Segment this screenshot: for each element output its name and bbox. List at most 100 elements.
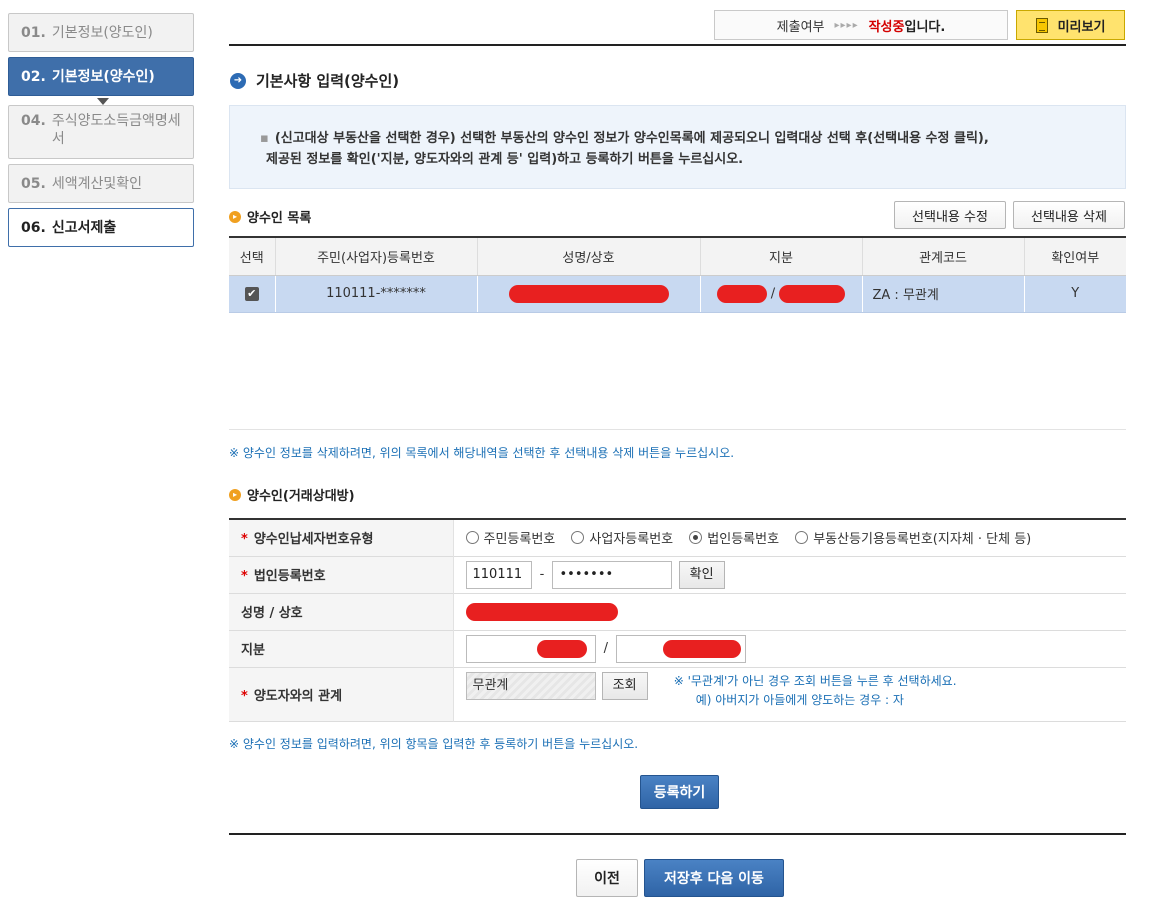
required-mark: * xyxy=(241,569,248,584)
buyer-list-title: ▸ 양수인 목록 xyxy=(229,207,311,226)
confirm-button[interactable]: 확인 xyxy=(678,560,725,589)
redacted-name xyxy=(508,284,669,303)
step-label: 기본정보(양수인) xyxy=(51,68,155,85)
radio-real-estate-number[interactable]: 부동산등기용등록번호(지자체 · 단체 등) xyxy=(795,528,1031,547)
step-06-submit-report[interactable]: 06. 신고서제출 xyxy=(8,208,194,247)
form-row-corporate-number: * 법인등록번호 110111 - ••••••• 확인 xyxy=(229,556,1126,593)
buyer-form-title: ▸ 양수인(거래상대방) xyxy=(229,485,355,504)
buyer-list-title-text: 양수인 목록 xyxy=(247,211,312,226)
corporate-number-label-text: 법인등록번호 xyxy=(253,569,326,584)
radio-circle-icon xyxy=(795,530,809,544)
relation-label-text: 양도자와의 관계 xyxy=(253,688,343,704)
corporate-number-label: * 법인등록번호 xyxy=(229,556,454,593)
redacted-share-denominator xyxy=(779,284,846,303)
redacted-share-denominator xyxy=(663,639,742,658)
relation-cell: 무관계 조회 ※ '무관계'가 아닌 경우 조회 버튼을 누른 후 선택하세요.… xyxy=(453,667,1126,721)
column-header-name: 성명/상호 xyxy=(477,236,701,276)
share-numerator-input[interactable] xyxy=(465,634,596,663)
preview-label: 미리보기 xyxy=(1057,19,1106,35)
input-note: ※ 양수인 정보를 입력하려면, 위의 항목을 입력한 후 등록하기 버튼을 누… xyxy=(229,737,639,751)
header-divider xyxy=(229,44,1126,46)
list-divider xyxy=(229,429,1126,430)
preview-button[interactable]: 미리보기 xyxy=(1016,10,1125,40)
status-state: 작성중 xyxy=(868,19,905,35)
corporate-number-cell: 110111 - ••••••• 확인 xyxy=(453,556,1126,593)
radio-label: 사업자등록번호 xyxy=(589,531,674,547)
relation-note-line-1: ※ '무관계'가 아닌 경우 조회 버튼을 누른 후 선택하세요. xyxy=(673,673,957,688)
corporate-number-dash: - xyxy=(539,567,545,582)
bullet-icon: ▪ xyxy=(260,131,269,146)
row-select-cell[interactable]: ✔ xyxy=(229,275,276,313)
instruction-line-2: 제공된 정보를 확인('지분, 양도자와의 관계 등' 입력)하고 등록하기 버… xyxy=(266,152,744,167)
form-row-share: 지분 / xyxy=(229,630,1126,667)
form-row-name: 성명 / 상호 xyxy=(229,593,1126,630)
redacted-name xyxy=(465,602,618,621)
required-mark: * xyxy=(241,688,248,704)
active-step-caret-icon xyxy=(97,98,109,105)
relation-note-line-2: 예) 아버지가 아들에게 양도하는 경우 : 자 xyxy=(695,692,904,707)
radio-circle-icon xyxy=(465,530,479,544)
step-05-tax-calculation[interactable]: 05. 세액계산및확인 xyxy=(8,164,194,203)
required-mark: * xyxy=(241,532,248,548)
step-number: 06. xyxy=(21,219,46,236)
previous-button[interactable]: 이전 xyxy=(576,859,638,897)
name-cell xyxy=(453,593,1126,630)
taxpayer-type-options: 주민등록번호 사업자등록번호 법인등록번호 부동산등기용등록번호(지자체 · 단… xyxy=(453,519,1126,556)
step-label: 신고서제출 xyxy=(51,219,117,236)
buyer-form-title-text: 양수인(거래상대방) xyxy=(247,489,355,504)
corporate-number-part2-input[interactable]: ••••••• xyxy=(552,560,673,589)
radio-business-number[interactable]: 사업자등록번호 xyxy=(571,528,673,547)
step-sidebar: 01. 기본정보(양도인) 02. 기본정보(양수인) 04. 주식양도소득금액… xyxy=(8,13,194,252)
row-share-cell: / xyxy=(700,275,863,313)
column-header-reg-no: 주민(사업자)등록번호 xyxy=(275,236,478,276)
share-cell: / xyxy=(453,630,1126,667)
register-button[interactable]: 등록하기 xyxy=(640,775,719,809)
row-name-cell xyxy=(477,275,701,313)
radio-label: 주민등록번호 xyxy=(483,531,556,547)
instruction-line-1: (신고대상 부동산을 선택한 경우) 선택한 부동산의 양수인 정보가 양수인목… xyxy=(274,131,989,146)
step-number: 01. xyxy=(21,24,46,41)
delete-note: ※ 양수인 정보를 삭제하려면, 위의 목록에서 해당내역을 선택한 후 선택내… xyxy=(229,446,735,460)
step-label: 주식양도소득금액명세서 xyxy=(51,113,181,147)
page-title-text: 기본사항 입력(양수인) xyxy=(256,72,400,90)
step-01-seller-info[interactable]: 01. 기본정보(양도인) xyxy=(8,13,194,52)
corporate-number-part1-input[interactable]: 110111 xyxy=(465,560,532,589)
step-label: 세액계산및확인 xyxy=(51,175,142,192)
share-label: 지분 xyxy=(229,630,454,667)
relation-input: 무관계 xyxy=(465,671,596,700)
step-04-stock-income-statement[interactable]: 04. 주식양도소득금액명세서 xyxy=(8,105,194,159)
column-header-relation-code: 관계코드 xyxy=(862,236,1025,276)
column-header-confirmed: 확인여부 xyxy=(1024,236,1126,276)
submission-status: 제출여부 ▸▸▸▸ 작성중 입니다. xyxy=(714,10,1008,40)
taxpayer-type-label: * 양수인납세자번호유형 xyxy=(229,519,454,556)
radio-corporate-number[interactable]: 법인등록번호 xyxy=(689,528,779,547)
form-row-relation: * 양도자와의 관계 무관계 조회 ※ '무관계'가 아닌 경우 조회 버튼을 누… xyxy=(229,667,1126,721)
share-denominator-input[interactable] xyxy=(616,634,747,663)
buyer-form-table: * 양수인납세자번호유형 주민등록번호 사업자등록번호 법인등록번호 부동산등기용… xyxy=(229,518,1126,722)
edit-selected-button[interactable]: 선택내용 수정 xyxy=(894,201,1006,229)
share-separator: / xyxy=(770,286,776,301)
save-and-next-button[interactable]: 저장후 다음 이동 xyxy=(644,859,784,897)
row-confirmed: Y xyxy=(1024,275,1126,313)
name-label: 성명 / 상호 xyxy=(229,593,454,630)
status-arrows-icon: ▸▸▸▸ xyxy=(834,19,859,31)
step-number: 04. xyxy=(21,113,46,129)
table-row[interactable]: ✔ 110111-******* / ZA : 무관계 Y xyxy=(229,275,1126,313)
radio-resident-number[interactable]: 주민등록번호 xyxy=(465,528,556,547)
arrow-right-circle-icon: ➜ xyxy=(230,72,246,89)
radio-circle-icon xyxy=(571,530,585,544)
lookup-button[interactable]: 조회 xyxy=(601,671,648,700)
row-checkbox[interactable]: ✔ xyxy=(244,287,259,301)
taxpayer-type-label-text: 양수인납세자번호유형 xyxy=(253,532,374,548)
relation-label: * 양도자와의 관계 xyxy=(229,667,454,721)
form-row-taxpayer-type: * 양수인납세자번호유형 주민등록번호 사업자등록번호 법인등록번호 부동산등기용… xyxy=(229,519,1126,556)
row-relation-code: ZA : 무관계 xyxy=(862,275,1025,313)
delete-selected-button[interactable]: 선택내용 삭제 xyxy=(1013,201,1125,229)
column-header-select: 선택 xyxy=(229,236,276,276)
step-02-buyer-info[interactable]: 02. 기본정보(양수인) xyxy=(8,57,194,105)
radio-label: 법인등록번호 xyxy=(707,531,780,547)
radio-label: 부동산등기용등록번호(지자체 · 단체 등) xyxy=(813,531,1032,547)
column-header-share: 지분 xyxy=(700,236,863,276)
buyer-list-table: 선택 주민(사업자)등록번호 성명/상호 지분 관계코드 확인여부 ✔ 1101… xyxy=(229,236,1126,313)
document-icon xyxy=(1035,17,1048,33)
